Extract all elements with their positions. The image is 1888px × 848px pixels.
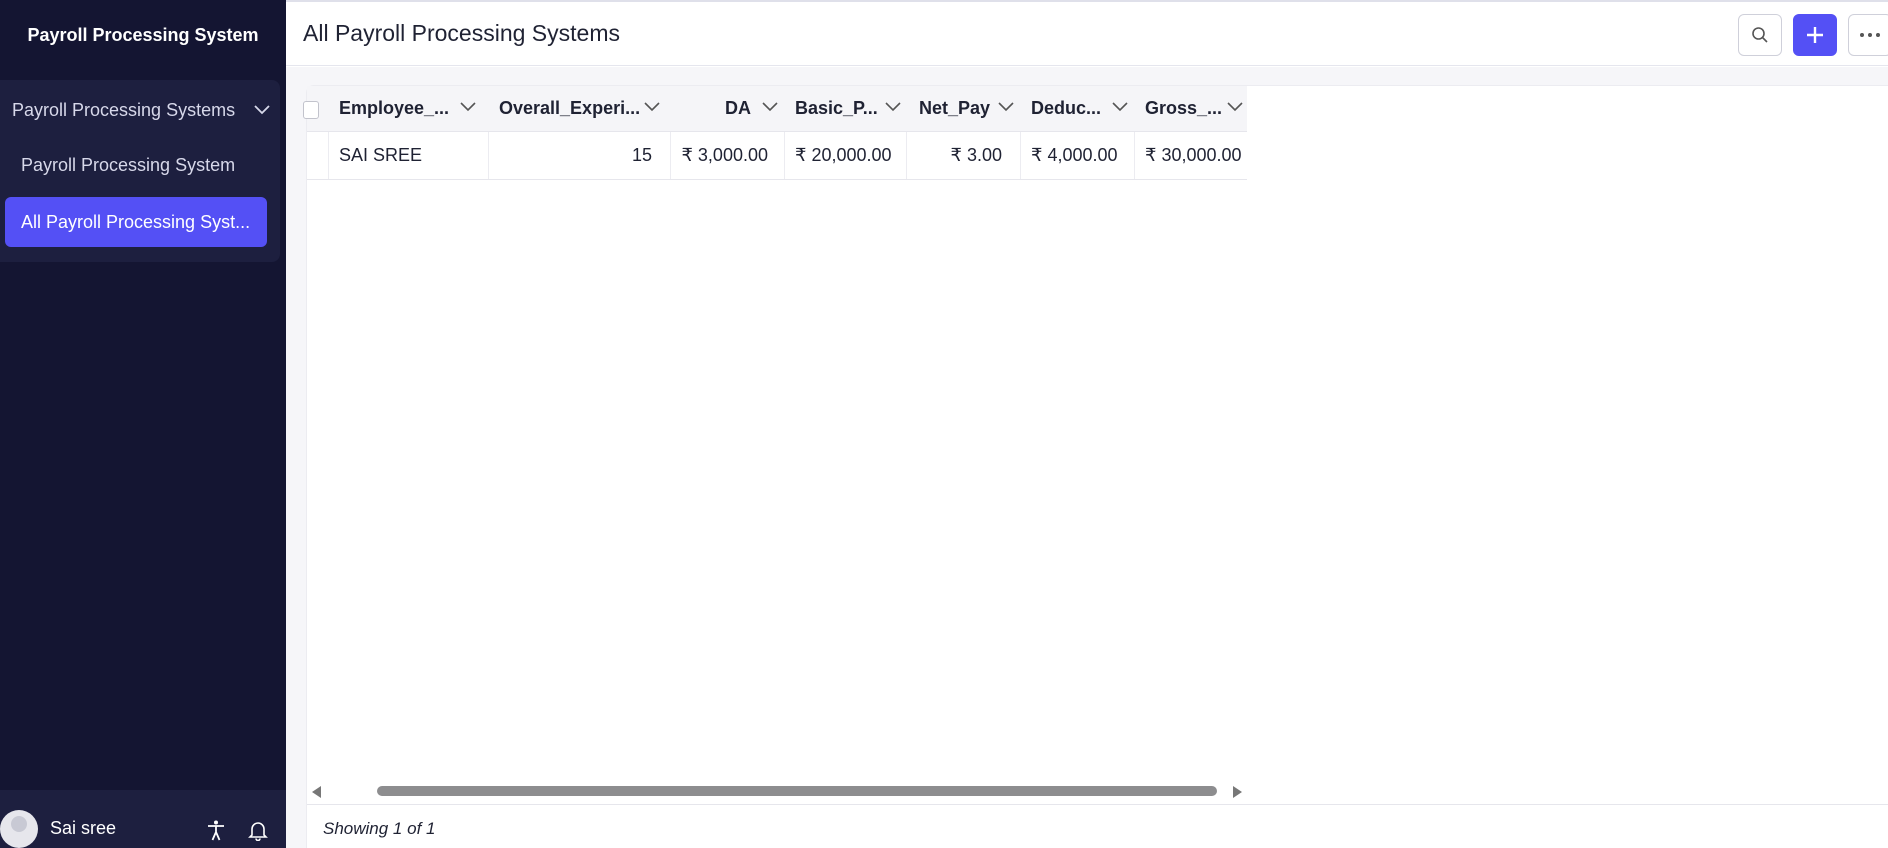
scroll-right-arrow-icon[interactable] [1233, 786, 1242, 798]
cell-overall-experience: 15 [489, 132, 671, 179]
page-title: All Payroll Processing Systems [303, 20, 620, 46]
column-header-net-pay[interactable]: Net_Pay [907, 86, 1021, 131]
sidebar: Payroll Processing System Payroll Proces… [0, 0, 286, 848]
cell-basic-pay: ₹ 20,000.00 [785, 132, 907, 179]
chevron-down-icon[interactable] [1227, 102, 1243, 112]
cell-gross-pay: ₹ 30,000.00 [1145, 145, 1242, 165]
column-header-overall-experience[interactable]: Overall_Experi... [489, 86, 671, 131]
sidebar-group-label: Payroll Processing Systems [12, 99, 236, 120]
scrollbar-thumb[interactable] [377, 786, 1217, 796]
table-row[interactable]: SAI SREE 15 ₹ 3,000.00 ₹ 20,000.00 ₹ 3.0… [307, 132, 1247, 180]
sidebar-group-toggle[interactable]: Payroll Processing Systems [12, 94, 274, 126]
record-count: Showing 1 of 1 [323, 819, 436, 838]
chevron-down-icon[interactable] [644, 102, 660, 112]
column-header-employee[interactable]: Employee_... [329, 86, 489, 131]
select-all-checkbox[interactable] [303, 101, 319, 119]
plus-icon [1807, 27, 1823, 43]
column-header-da[interactable]: DA [671, 86, 785, 131]
grid-header: Employee_... Overall_Experi... DA Basic_… [303, 86, 1247, 132]
chevron-down-icon[interactable] [762, 102, 778, 112]
app-title: Payroll Processing System [27, 24, 259, 45]
header: All Payroll Processing Systems [286, 2, 1888, 66]
more-icon [1860, 33, 1880, 37]
column-header-gross-pay[interactable]: Gross_... [1135, 86, 1247, 131]
sidebar-item-label: All Payroll Processing Syst... [21, 211, 251, 232]
user-name: Sai sree [50, 818, 117, 838]
scroll-left-arrow-icon[interactable] [312, 786, 321, 798]
bell-icon[interactable] [245, 817, 271, 843]
chevron-down-icon[interactable] [998, 102, 1014, 112]
sidebar-group: Payroll Processing Systems Payroll Proce… [0, 80, 280, 262]
chevron-down-icon[interactable] [1112, 102, 1128, 112]
sidebar-item-all-payroll-processing-systems[interactable]: All Payroll Processing Syst... [5, 197, 267, 247]
column-header-basic-pay[interactable]: Basic_P... [785, 86, 907, 131]
sidebar-footer: Sai sree [0, 790, 286, 848]
more-options-button[interactable] [1848, 14, 1888, 56]
row-select-cell[interactable] [307, 132, 329, 179]
chevron-down-icon[interactable] [460, 102, 476, 112]
search-icon [1752, 27, 1768, 43]
sidebar-item-label: Payroll Processing System [21, 154, 236, 175]
chevron-down-icon[interactable] [885, 102, 901, 112]
horizontal-scrollbar[interactable] [312, 783, 1242, 799]
content-area: Employee_... Overall_Experi... DA Basic_… [286, 67, 1888, 848]
cell-da: ₹ 3,000.00 [671, 132, 785, 179]
add-button[interactable] [1793, 14, 1837, 56]
search-button[interactable] [1738, 14, 1782, 56]
cell-net-pay: ₹ 3.00 [907, 132, 1021, 179]
column-header-deductions[interactable]: Deduc... [1021, 86, 1135, 131]
avatar[interactable] [0, 810, 38, 848]
chevron-down-icon [254, 105, 270, 115]
grid-panel: Employee_... Overall_Experi... DA Basic_… [303, 85, 1888, 848]
sidebar-item-payroll-processing-system[interactable]: Payroll Processing System [5, 140, 267, 190]
cell-deductions: ₹ 4,000.00 [1021, 132, 1135, 179]
cell-employee: SAI SREE [329, 132, 489, 179]
grid-footer: Showing 1 of 1 [307, 804, 1888, 848]
accessibility-icon[interactable] [203, 817, 229, 843]
